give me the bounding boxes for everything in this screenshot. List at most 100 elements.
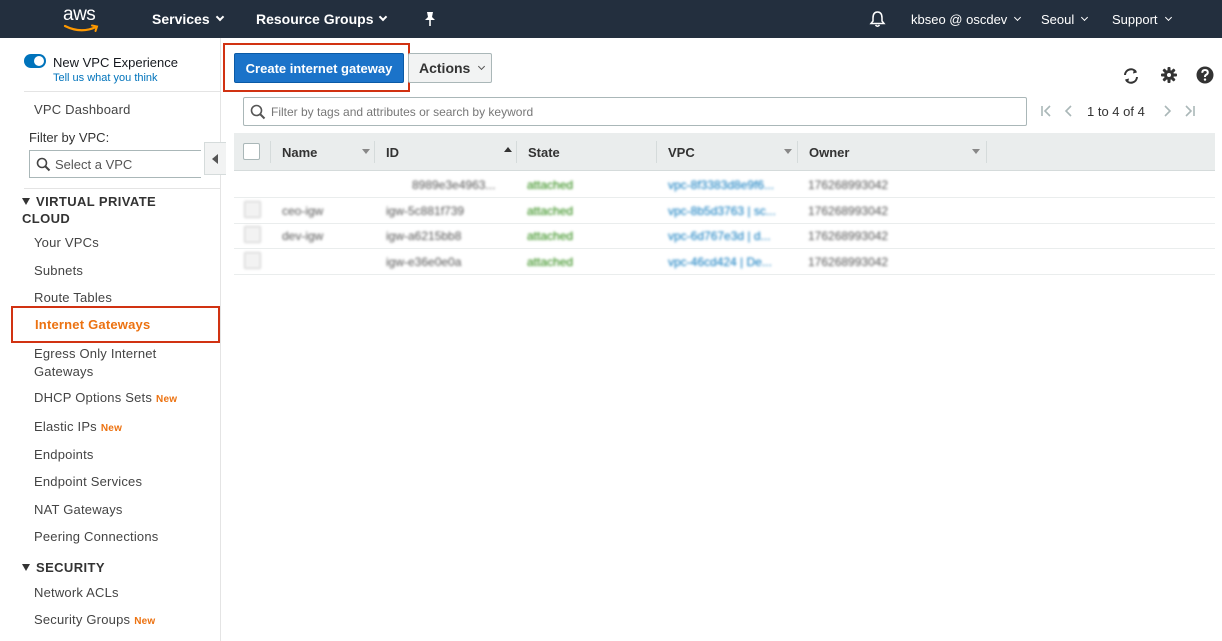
sidebar-item-vpc-dashboard[interactable]: VPC Dashboard [34,102,131,117]
chevron-down-icon [1014,13,1022,21]
cell-owner: 176268993042 [808,177,889,192]
row-checkbox[interactable] [244,252,261,269]
sidebar-item-elastic-ips[interactable]: Elastic IPs New [34,419,122,434]
cell-state: attached [527,177,574,192]
column-header-vpc[interactable]: VPC [668,133,695,171]
services-label: Services [152,11,210,27]
column-separator [374,141,375,163]
sort-ascending-icon[interactable] [504,147,512,152]
column-separator [656,141,657,163]
cell-state: attached [527,228,574,243]
cell-name: ceo-igw [282,203,324,218]
sidebar-item-label: Network ACLs [34,585,119,600]
section-security[interactable]: SECURITY [22,559,105,576]
new-badge: New [134,616,156,627]
aws-smile-icon [63,24,99,32]
sidebar-item-dhcp-options-sets[interactable]: DHCP Options Sets New [34,390,177,405]
actions-dropdown-button[interactable]: Actions [408,53,492,83]
sidebar-item-your-vpcs[interactable]: Your VPCs [34,235,99,250]
search-icon [250,104,266,120]
pin-button[interactable] [423,0,437,38]
sort-caret-icon[interactable] [972,149,980,154]
aws-logo-text: aws [63,4,96,25]
sidebar-item-label: DHCP Options Sets [34,390,153,405]
cell-state: attached [527,254,574,269]
feedback-link[interactable]: Tell us what you think [53,72,158,84]
cell-id: igw-5c881f739 [386,203,465,218]
cell-vpc[interactable]: vpc-8f3383d8e9f6... [668,172,788,197]
search-placeholder: Filter by tags and attributes or search … [271,104,534,119]
section-virtual-private-cloud[interactable]: VIRTUAL PRIVATE CLOUD [22,193,197,227]
sidebar-item-label: NAT Gateways [34,502,123,517]
help-icon[interactable] [1196,66,1214,84]
bell-icon [869,11,886,27]
sidebar-item-label: Endpoints [34,447,94,462]
previous-page-icon[interactable] [1061,103,1077,119]
filter-search-input[interactable]: Filter by tags and attributes or search … [243,97,1027,126]
support-menu[interactable]: Support [1112,0,1172,38]
cell-vpc[interactable]: vpc-8b5d3763 | sc... [668,198,788,223]
highlight-internet-gateways [11,306,220,343]
first-page-icon[interactable] [1039,103,1055,119]
pin-icon [425,12,435,26]
chevron-down-icon [478,62,486,70]
section-security-label: SECURITY [36,560,105,575]
sort-caret-icon[interactable] [784,149,792,154]
sidebar-item-peering-connections[interactable]: Peering Connections [34,529,159,544]
refresh-icon[interactable] [1121,66,1141,86]
vpc-filter-select[interactable]: Select a VPC [29,150,201,178]
column-header-name[interactable]: Name [282,133,317,171]
sidebar-item-label: Elastic IPs [34,419,97,434]
sidebar-item-network-acls[interactable]: Network ACLs [34,585,119,600]
next-page-icon[interactable] [1159,103,1175,119]
table-row[interactable]: ceo-igw igw-5c881f739 attached vpc-8b5d3… [234,198,1215,224]
select-all-checkbox[interactable] [243,143,260,160]
account-menu[interactable]: kbseo @ oscdev [911,0,1022,38]
sidebar-item-label: Your VPCs [34,235,99,250]
chevron-down-icon [1081,13,1089,21]
create-internet-gateway-button[interactable]: Create internet gateway [234,53,404,83]
column-separator [270,141,271,163]
table-row[interactable]: igw-e36e0e0a attached vpc-46cd424 | De..… [234,249,1215,275]
cell-id: igw-e36e0e0a [386,254,462,269]
table-row[interactable]: 8989e3e4963... attached vpc-8f3383d8e9f6… [234,172,1215,198]
sidebar-item-security-groups[interactable]: Security Groups New [34,612,155,627]
new-vpc-experience-toggle[interactable] [24,54,46,68]
aws-logo[interactable]: aws [62,4,102,34]
sidebar-item-endpoints[interactable]: Endpoints [34,447,94,462]
row-checkbox[interactable] [244,201,261,218]
filter-by-vpc-label: Filter by VPC: [29,130,110,145]
collapse-sidebar-button[interactable] [204,142,226,175]
table-row[interactable]: dev-igw igw-a6215bb8 attached vpc-6d767e… [234,223,1215,249]
cell-vpc[interactable]: vpc-46cd424 | De... [668,249,788,274]
notifications-button[interactable] [869,0,886,38]
cell-name [282,249,377,274]
sidebar-item-egress-only-internet-gateways[interactable]: Egress Only Internet Gateways [34,345,194,381]
collapse-triangle-icon [22,198,30,205]
gear-icon[interactable] [1160,66,1178,84]
column-header-id[interactable]: ID [386,133,399,171]
sidebar-item-subnets[interactable]: Subnets [34,263,83,278]
collapse-triangle-icon [22,564,30,571]
sidebar-item-endpoint-services[interactable]: Endpoint Services [34,474,142,489]
sidebar-item-label: Security Groups [34,612,131,627]
sidebar-item-label: Egress Only Internet Gateways [34,346,157,379]
sidebar-item-route-tables[interactable]: Route Tables [34,290,112,305]
region-menu[interactable]: Seoul [1041,0,1089,38]
resource-groups-menu[interactable]: Resource Groups [256,0,388,38]
last-page-icon[interactable] [1181,103,1197,119]
column-header-state[interactable]: State [528,133,560,171]
row-checkbox[interactable] [244,226,261,243]
vpc-filter-placeholder: Select a VPC [55,156,133,172]
sort-caret-icon[interactable] [362,149,370,154]
new-badge: New [100,423,123,434]
services-menu[interactable]: Services [152,0,224,38]
top-navigation-bar: aws Services Resource Groups kbseo @ osc… [0,0,1222,38]
column-header-owner[interactable]: Owner [809,133,849,171]
cell-owner: 176268993042 [808,228,889,243]
new-vpc-experience-label: New VPC Experience [53,55,178,70]
cell-vpc[interactable]: vpc-6d767e3d | d... [668,223,788,248]
sidebar-item-nat-gateways[interactable]: NAT Gateways [34,502,123,517]
column-separator [516,141,517,163]
section-vpc-label: VIRTUAL PRIVATE CLOUD [22,194,157,226]
